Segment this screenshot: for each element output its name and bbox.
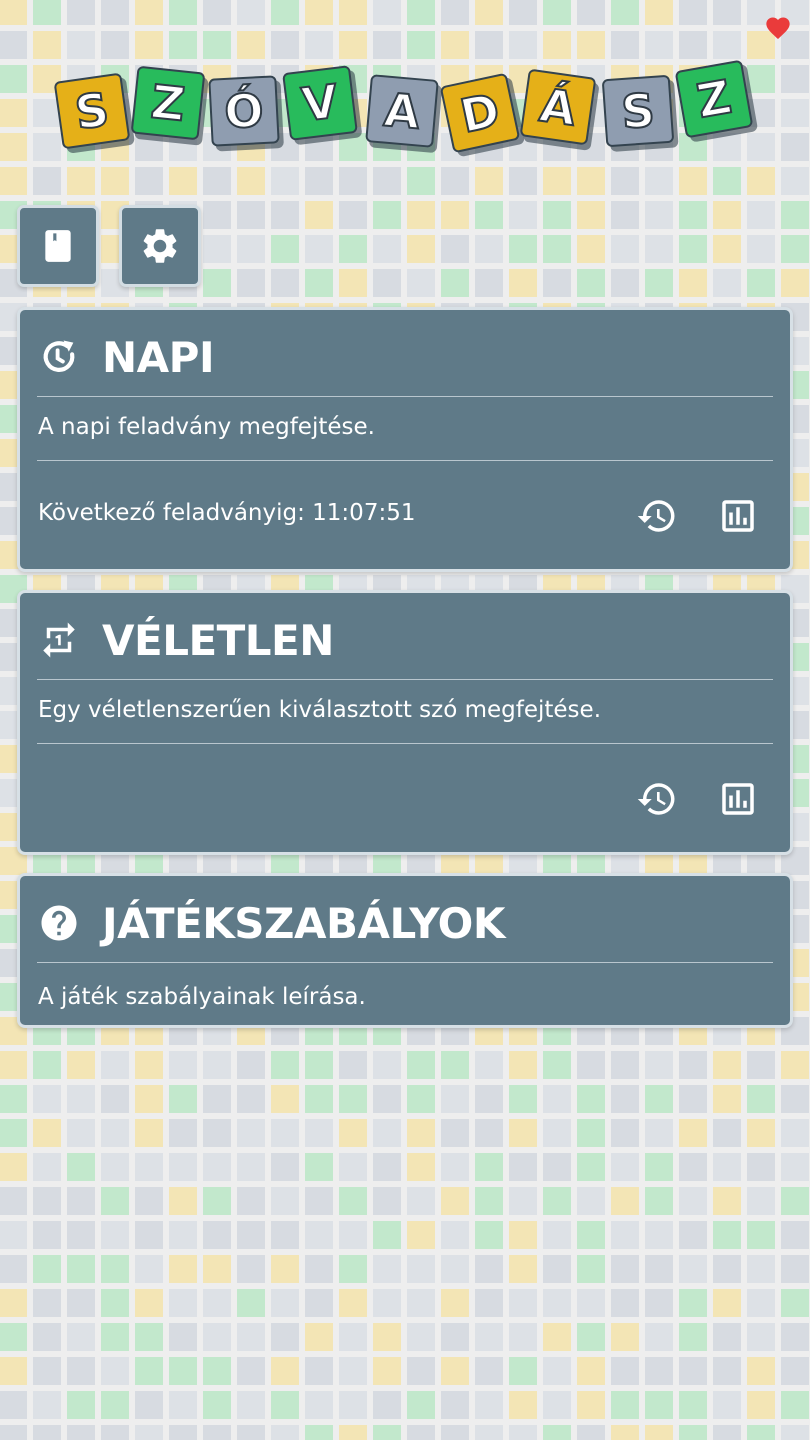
random-card[interactable]: VÉLETLEN Egy véletlenszerűen kiválasztot… [17, 590, 793, 855]
book-icon [45, 230, 71, 262]
logo-letter-tile: S [601, 74, 675, 148]
rules-card-header: JÁTÉKSZABÁLYOK [38, 898, 505, 948]
logo-letter-tile: A [365, 74, 439, 148]
history-icon [637, 500, 675, 532]
daily-card[interactable]: NAPI A napi feladvány megfejtése. Követk… [17, 307, 793, 572]
random-stats-button[interactable] [716, 777, 760, 821]
daily-card-header: NAPI [38, 332, 215, 382]
random-card-header: VÉLETLEN [38, 615, 334, 665]
random-description: Egy véletlenszerűen kiválasztott szó meg… [38, 697, 602, 723]
logo-letter-tile: Á [519, 68, 597, 146]
random-history-button[interactable] [635, 777, 679, 821]
divider [37, 396, 773, 397]
daily-title: NAPI [102, 332, 215, 382]
settings-button[interactable] [119, 205, 201, 287]
logo-letter-tile: S [53, 72, 131, 150]
rules-card[interactable]: JÁTÉKSZABÁLYOK A játék szabályainak leír… [17, 873, 793, 1028]
logo-letter-tile: Z [130, 65, 206, 141]
logo-letter-tile: Z [674, 59, 754, 139]
rules-description: A játék szabályainak leírása. [38, 984, 366, 1010]
daily-refresh-icon [43, 340, 75, 372]
history-icon [637, 783, 675, 815]
heart-icon[interactable] [764, 14, 792, 42]
divider [37, 460, 773, 461]
logo-letter-tile: Ó [208, 75, 280, 147]
logo-letter-tile: V [282, 65, 358, 141]
daily-description: A napi feladvány megfejtése. [38, 414, 375, 440]
daily-stats-button[interactable] [716, 494, 760, 538]
help-icon [41, 905, 77, 941]
daily-history-button[interactable] [635, 494, 679, 538]
divider [37, 743, 773, 744]
random-title: VÉLETLEN [102, 615, 334, 665]
stats-icon [722, 500, 754, 532]
rules-title: JÁTÉKSZABÁLYOK [102, 898, 505, 948]
stats-icon [722, 783, 754, 815]
dictionary-button[interactable] [17, 205, 99, 287]
logo-letter-tile: D [439, 72, 521, 154]
gear-icon [143, 229, 177, 263]
app-logo: SZÓVADÁSZ [53, 55, 760, 155]
divider [37, 962, 773, 963]
divider [37, 679, 773, 680]
daily-countdown: Következő feladványig: 11:07:51 [38, 500, 416, 526]
repeat-one-icon [43, 622, 75, 658]
